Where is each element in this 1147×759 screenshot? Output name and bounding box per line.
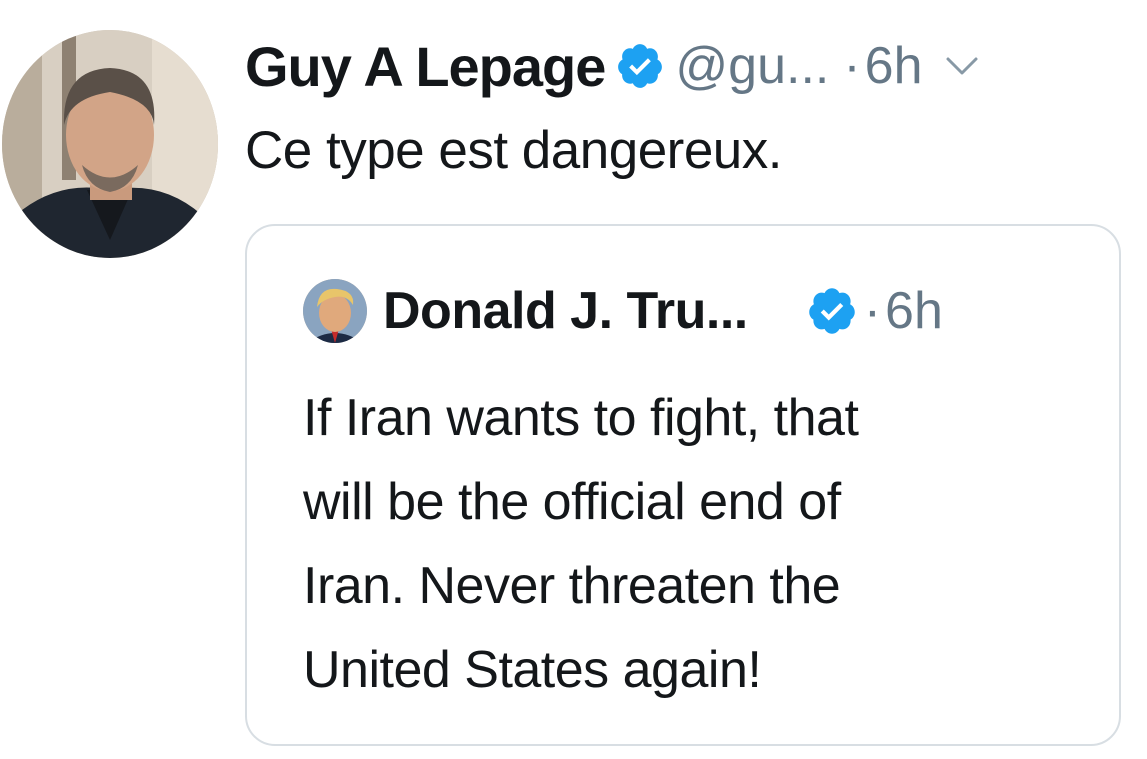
quoted-tweet-text-line: Iran. Never threaten the	[303, 557, 841, 615]
quoted-tweet-text-line: will be the official end of	[303, 473, 841, 531]
tweet-text: Ce type est dangereux.	[245, 121, 783, 180]
tweet-timestamp[interactable]: 6h	[865, 36, 923, 96]
verified-badge-icon	[806, 285, 858, 337]
author-avatar[interactable]	[2, 30, 218, 258]
tweet-header: Guy A Lepage @gu... · 6h	[245, 30, 979, 102]
quoted-profile-photo	[303, 279, 367, 343]
author-display-name[interactable]: Guy A Lepage	[245, 34, 606, 99]
quoted-tweet-text: If Iran wants to fight, that will be the…	[303, 376, 1063, 712]
quoted-tweet-timestamp[interactable]: 6h	[885, 281, 943, 341]
quoted-tweet[interactable]: Donald J. Tru... · 6h If Iran wants to f…	[245, 224, 1121, 746]
quoted-tweet-header: Donald J. Tru... · 6h	[303, 276, 943, 346]
separator-dot: ·	[863, 282, 882, 340]
separator-dot: ·	[843, 37, 861, 95]
profile-photo	[2, 30, 218, 258]
chevron-down-icon[interactable]	[945, 55, 979, 77]
author-handle[interactable]: @gu...	[675, 36, 829, 96]
tweet[interactable]: Guy A Lepage @gu... · 6h Ce type est dan…	[0, 0, 1147, 759]
quoted-tweet-text-line: United States again!	[303, 641, 762, 699]
quoted-tweet-text-line: If Iran wants to fight, that	[303, 389, 859, 447]
quoted-author-avatar[interactable]	[303, 279, 367, 343]
quoted-author-display-name[interactable]: Donald J. Tru...	[383, 281, 748, 341]
verified-badge-icon	[615, 41, 665, 91]
